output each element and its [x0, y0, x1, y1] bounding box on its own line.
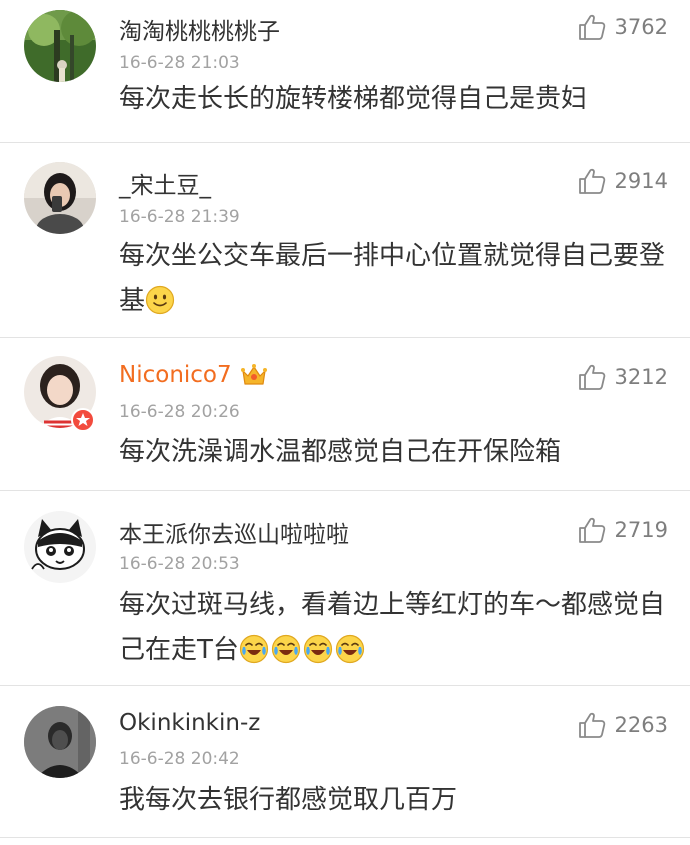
- comment-text-content: 每次坐公交车最后一排中心位置就觉得自己要登基: [119, 241, 666, 316]
- comment-text-content: 每次洗澡调水温都感觉自己在开保险箱: [119, 437, 562, 467]
- comment-text-content: 每次过斑马线，看着边上等红灯的车～都感觉自己在走T台: [119, 590, 666, 665]
- username-text[interactable]: 本王派你去巡山啦啦啦: [119, 515, 349, 549]
- like-button[interactable]: 2914: [577, 166, 668, 196]
- username[interactable]: Niconico7: [119, 362, 268, 388]
- comment-text: 每次洗澡调水温都感觉自己在开保险箱: [119, 430, 671, 475]
- like-count: 3212: [614, 365, 668, 389]
- username[interactable]: 淘淘桃桃桃桃子: [119, 12, 280, 46]
- thumbs-up-icon: [577, 710, 607, 740]
- like-button[interactable]: 2263: [577, 710, 668, 740]
- timestamp: 16-6-28 20:53: [119, 554, 240, 574]
- comment-text-content: 我每次去银行都感觉取几百万: [119, 785, 458, 815]
- comment-item: Okinkinkin-z 16-6-28 20:42 我每次去银行都感觉取几百万…: [0, 686, 690, 838]
- timestamp: 16-6-28 20:26: [119, 402, 240, 422]
- comment-item: Niconico7 16-6-28 20:26 每次洗澡调水温都感觉自己在开保险…: [0, 338, 690, 491]
- like-count: 3762: [614, 15, 668, 39]
- laugh-cry-emoji-icon: [303, 634, 333, 664]
- comment-text: 每次走长长的旋转楼梯都觉得自己是贵妇: [119, 77, 671, 122]
- avatar[interactable]: [24, 706, 96, 778]
- username[interactable]: _宋土豆_: [119, 166, 211, 200]
- comment-text-content: 每次走长长的旋转楼梯都觉得自己是贵妇: [119, 84, 588, 114]
- comment-text: 每次过斑马线，看着边上等红灯的车～都感觉自己在走T台: [119, 583, 671, 673]
- like-button[interactable]: 2719: [577, 515, 668, 545]
- avatar[interactable]: [24, 10, 96, 82]
- username-text[interactable]: _宋土豆_: [119, 166, 211, 200]
- thumbs-up-icon: [577, 515, 607, 545]
- username[interactable]: 本王派你去巡山啦啦啦: [119, 515, 349, 549]
- username-text[interactable]: Okinkinkin-z: [119, 710, 260, 736]
- laugh-cry-emoji-icon: [335, 634, 365, 664]
- like-count: 2263: [614, 713, 668, 737]
- comment-item: 淘淘桃桃桃桃子 16-6-28 21:03 每次走长长的旋转楼梯都觉得自己是贵妇…: [0, 0, 690, 143]
- username[interactable]: Okinkinkin-z: [119, 710, 260, 736]
- verified-badge-icon: [71, 408, 95, 432]
- like-count: 2719: [614, 518, 668, 542]
- avatar[interactable]: [24, 511, 96, 583]
- thumbs-up-icon: [577, 362, 607, 392]
- comment-text: 我每次去银行都感觉取几百万: [119, 778, 671, 823]
- comment-list: 淘淘桃桃桃桃子 16-6-28 21:03 每次走长长的旋转楼梯都觉得自己是贵妇…: [0, 0, 690, 845]
- avatar[interactable]: [24, 162, 96, 234]
- thumbs-up-icon: [577, 12, 607, 42]
- like-count: 2914: [614, 169, 668, 193]
- timestamp: 16-6-28 21:39: [119, 207, 240, 227]
- username-text[interactable]: Niconico7: [119, 362, 232, 388]
- comment-item: 本王派你去巡山啦啦啦 16-6-28 20:53 每次过斑马线，看着边上等红灯的…: [0, 491, 690, 686]
- smile-emoji-icon: [145, 285, 175, 315]
- thumbs-up-icon: [577, 166, 607, 196]
- laugh-cry-emoji-icon: [239, 634, 269, 664]
- like-button[interactable]: 3762: [577, 12, 668, 42]
- laugh-cry-emoji-icon: [271, 634, 301, 664]
- comment-item: _宋土豆_ 16-6-28 21:39 每次坐公交车最后一排中心位置就觉得自己要…: [0, 143, 690, 338]
- crown-icon: [240, 364, 267, 385]
- username-text[interactable]: 淘淘桃桃桃桃子: [119, 12, 280, 46]
- like-button[interactable]: 3212: [577, 362, 668, 392]
- comment-text: 每次坐公交车最后一排中心位置就觉得自己要登基: [119, 234, 671, 324]
- timestamp: 16-6-28 21:03: [119, 53, 240, 73]
- timestamp: 16-6-28 20:42: [119, 749, 240, 769]
